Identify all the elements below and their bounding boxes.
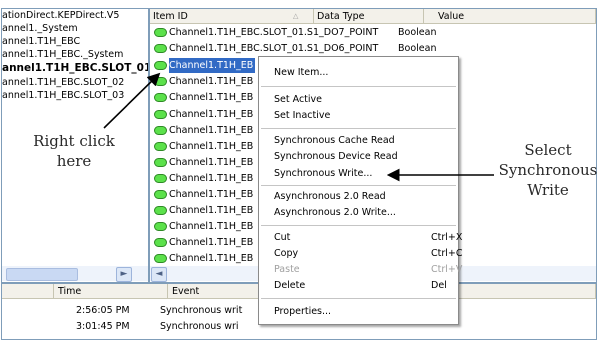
menu-item-paste: Paste (274, 264, 300, 275)
callout-line: Select (524, 141, 572, 159)
menu-item-sync-write[interactable]: Synchronous Write... (274, 167, 372, 180)
chevron-left-icon[interactable]: ◄ (151, 267, 167, 282)
scroll-thumb[interactable] (6, 268, 78, 281)
context-menu[interactable]: New Item... Set Active Set Inactive Sync… (258, 56, 463, 325)
callout-right-click: Right click here (28, 131, 120, 171)
callout-line: Write (527, 181, 569, 199)
menu-item-copy[interactable]: Copy (274, 247, 298, 260)
callout-select-sync-write: Select Synchronous Write (498, 140, 598, 200)
menu-item-async-read[interactable]: Asynchronous 2.0 Read (274, 190, 386, 203)
menu-item-properties[interactable]: Properties... (274, 305, 331, 318)
menu-item-delete[interactable]: Delete (274, 279, 305, 292)
menu-item-set-inactive[interactable]: Set Inactive (274, 109, 330, 122)
menu-item-async-write[interactable]: Asynchronous 2.0 Write... (274, 206, 396, 219)
menu-item-new-item[interactable]: New Item... (274, 66, 328, 79)
menu-separator (261, 86, 456, 87)
menu-item-sync-cache-read[interactable]: Synchronous Cache Read (274, 134, 395, 147)
shortcut-delete: Del (431, 280, 447, 291)
menu-separator (261, 128, 456, 129)
callout-line: here (56, 152, 92, 170)
chevron-right-icon[interactable]: ► (116, 267, 132, 282)
menu-separator (261, 298, 456, 299)
callout-line: Synchronous (498, 161, 598, 179)
menu-item-sync-device-read[interactable]: Synchronous Device Read (274, 150, 398, 163)
menu-separator (261, 185, 456, 186)
menu-item-cut[interactable]: Cut (274, 231, 290, 244)
shortcut-paste: Ctrl+V (431, 264, 463, 275)
menu-item-set-active[interactable]: Set Active (274, 93, 322, 106)
callout-line: Right click (33, 132, 115, 150)
shortcut-copy: Ctrl+C (431, 248, 463, 259)
opc-client-window: ationDirect.KEPDirect.V5 annel1._System … (0, 0, 598, 340)
shortcut-cut: Ctrl+X (431, 232, 463, 243)
menu-separator (261, 225, 456, 226)
tree-horizontal-scrollbar[interactable]: ► (2, 266, 148, 282)
